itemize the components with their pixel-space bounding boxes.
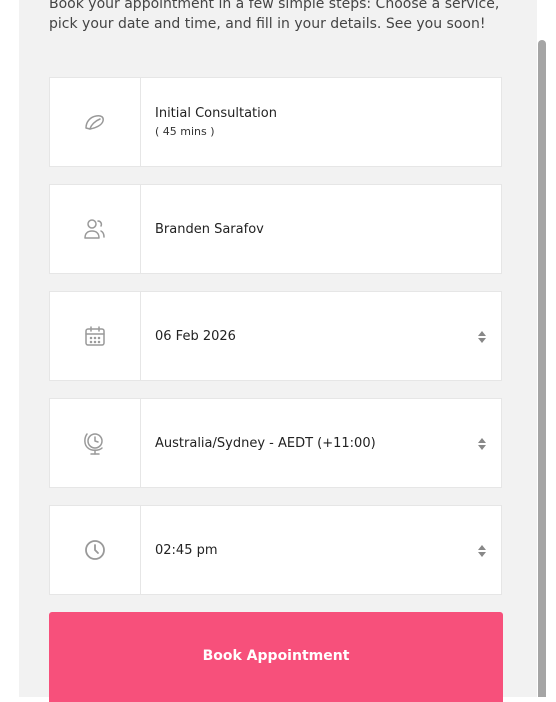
staff-content: Branden Sarafov — [155, 185, 461, 273]
service-row[interactable]: Initial Consultation ( 45 mins ) — [49, 77, 502, 167]
service-duration: ( 45 mins ) — [155, 125, 215, 138]
date-content: 06 Feb 2026 — [155, 292, 461, 380]
sort-arrows-icon[interactable] — [477, 543, 487, 557]
staff-name: Branden Sarafov — [155, 221, 264, 237]
service-icon-cell — [50, 78, 141, 166]
service-content: Initial Consultation ( 45 mins ) — [155, 78, 461, 166]
time-content: 02:45 pm — [155, 506, 461, 594]
service-name: Initial Consultation — [155, 106, 277, 121]
date-icon-cell — [50, 292, 141, 380]
date-select[interactable]: 06 Feb 2026 — [49, 291, 502, 381]
calendar-icon — [84, 325, 106, 347]
timezone-select[interactable]: Australia/Sydney - AEDT (+11:00) — [49, 398, 502, 488]
scrollbar-thumb[interactable] — [538, 40, 546, 697]
time-icon-cell — [50, 506, 141, 594]
book-appointment-label: Book Appointment — [202, 648, 350, 664]
timezone-value: Australia/Sydney - AEDT (+11:00) — [155, 435, 376, 451]
clock-icon — [84, 539, 106, 561]
timezone-content: Australia/Sydney - AEDT (+11:00) — [155, 399, 461, 487]
users-icon — [83, 218, 107, 240]
time-value: 02:45 pm — [155, 542, 218, 558]
book-appointment-button[interactable]: Book Appointment — [49, 612, 503, 702]
date-value: 06 Feb 2026 — [155, 328, 236, 344]
staff-row[interactable]: Branden Sarafov — [49, 184, 502, 274]
timezone-icon-cell — [50, 399, 141, 487]
globe-clock-icon — [83, 430, 107, 456]
service-icon — [84, 113, 106, 131]
staff-icon-cell — [50, 185, 141, 273]
intro-text: Book your appointment in a few simple st… — [49, 0, 500, 32]
sort-arrows-icon[interactable] — [477, 436, 487, 450]
sort-arrows-icon[interactable] — [477, 329, 487, 343]
time-select[interactable]: 02:45 pm — [49, 505, 502, 595]
